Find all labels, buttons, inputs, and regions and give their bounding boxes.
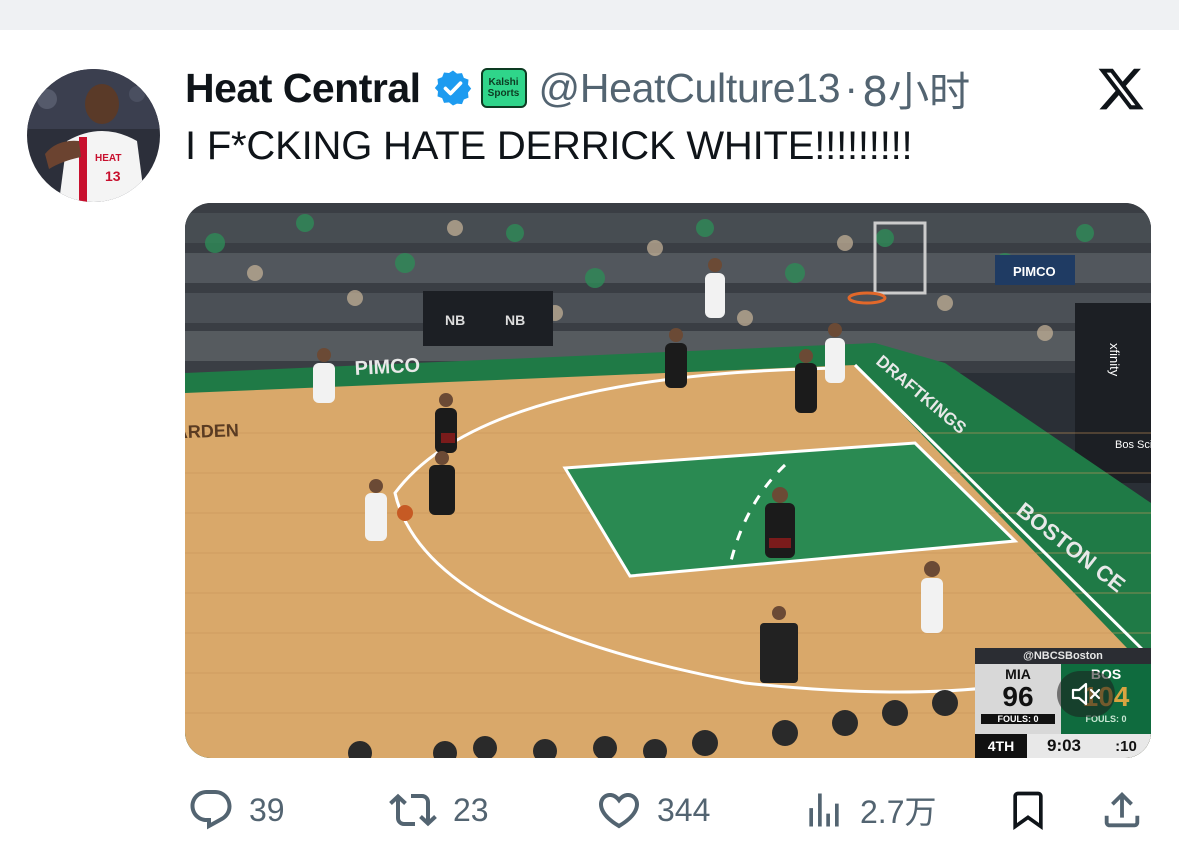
game-clock: 9:03 xyxy=(1046,736,1082,755)
views-count: 2.7万 xyxy=(860,794,937,830)
svg-text:13: 13 xyxy=(105,168,121,184)
xfinity-ad-text: xfinity xyxy=(1107,343,1122,377)
views-button[interactable]: 2.7万 xyxy=(802,778,937,842)
svg-text:NB: NB xyxy=(445,312,465,328)
scorebug-clock-row: 4TH 9:03 :10 xyxy=(975,734,1151,758)
retweet-button[interactable]: 23 xyxy=(387,778,489,842)
retweet-count: 23 xyxy=(453,791,489,828)
shot-clock: :10 xyxy=(1115,737,1137,755)
heart-icon xyxy=(598,793,640,829)
team-a-fouls: FOULS: 0 xyxy=(981,714,1055,724)
period: 4TH xyxy=(975,734,1027,758)
affiliate-badge-line2: Sports xyxy=(487,88,520,99)
svg-text:NB: NB xyxy=(505,312,525,328)
tweet-text: I F*CKING HATE DERRICK WHITE!!!!!!!!! xyxy=(185,124,913,168)
svg-text:HEAT: HEAT xyxy=(95,153,121,164)
views-chart-icon xyxy=(809,793,839,827)
team-a-score: 96 xyxy=(1002,681,1034,712)
like-button[interactable]: 344 xyxy=(595,778,710,842)
display-name[interactable]: Heat Central xyxy=(185,65,421,112)
share-button[interactable] xyxy=(1099,778,1145,842)
tweet-header: Heat Central Kalshi Sports @HeatCulture1… xyxy=(185,62,970,117)
share-icon xyxy=(1104,791,1140,828)
reply-count: 39 xyxy=(249,791,285,828)
retweet-icon xyxy=(389,793,437,827)
like-count: 344 xyxy=(657,791,711,828)
separator-dot: · xyxy=(844,64,858,111)
x-logo-icon[interactable] xyxy=(1095,64,1147,114)
verified-badge-icon xyxy=(434,70,471,106)
affiliate-badge-line1: Kalshi xyxy=(488,77,519,88)
speaker-muted-icon xyxy=(1071,682,1101,706)
reply-button[interactable]: 39 xyxy=(187,778,285,842)
affiliate-badge[interactable]: Kalshi Sports xyxy=(480,68,527,108)
action-bar: 39 23 344 2.7万 xyxy=(0,778,1179,842)
user-handle[interactable]: @HeatCulture13 xyxy=(539,65,841,112)
top-bar xyxy=(0,0,1179,30)
avatar[interactable]: 13 HEAT xyxy=(27,69,160,202)
scorebug-team-a: MIA 96 FOULS: 0 xyxy=(975,664,1061,734)
pimco-board-text: PIMCO xyxy=(1013,264,1056,279)
timestamp[interactable]: 8小时 xyxy=(862,58,970,118)
scorebug-source: @NBCSBoston xyxy=(975,648,1151,664)
bookmark-icon xyxy=(1013,791,1043,831)
bos-sci-ad-text: Bos Scie xyxy=(1115,439,1151,451)
video-player[interactable]: NB NB PIMCO xfinity Bos Scie PIMCO ARDEN… xyxy=(185,203,1151,758)
reply-icon xyxy=(190,790,232,830)
garden-floor-text: ARDEN xyxy=(185,420,239,442)
team-a-abbr: MIA xyxy=(1005,666,1031,682)
mute-button[interactable] xyxy=(1057,671,1115,717)
bookmark-button[interactable] xyxy=(1006,778,1050,842)
player-avatar-image: 13 HEAT xyxy=(27,69,160,202)
pimco-floor-text: PIMCO xyxy=(354,355,421,380)
